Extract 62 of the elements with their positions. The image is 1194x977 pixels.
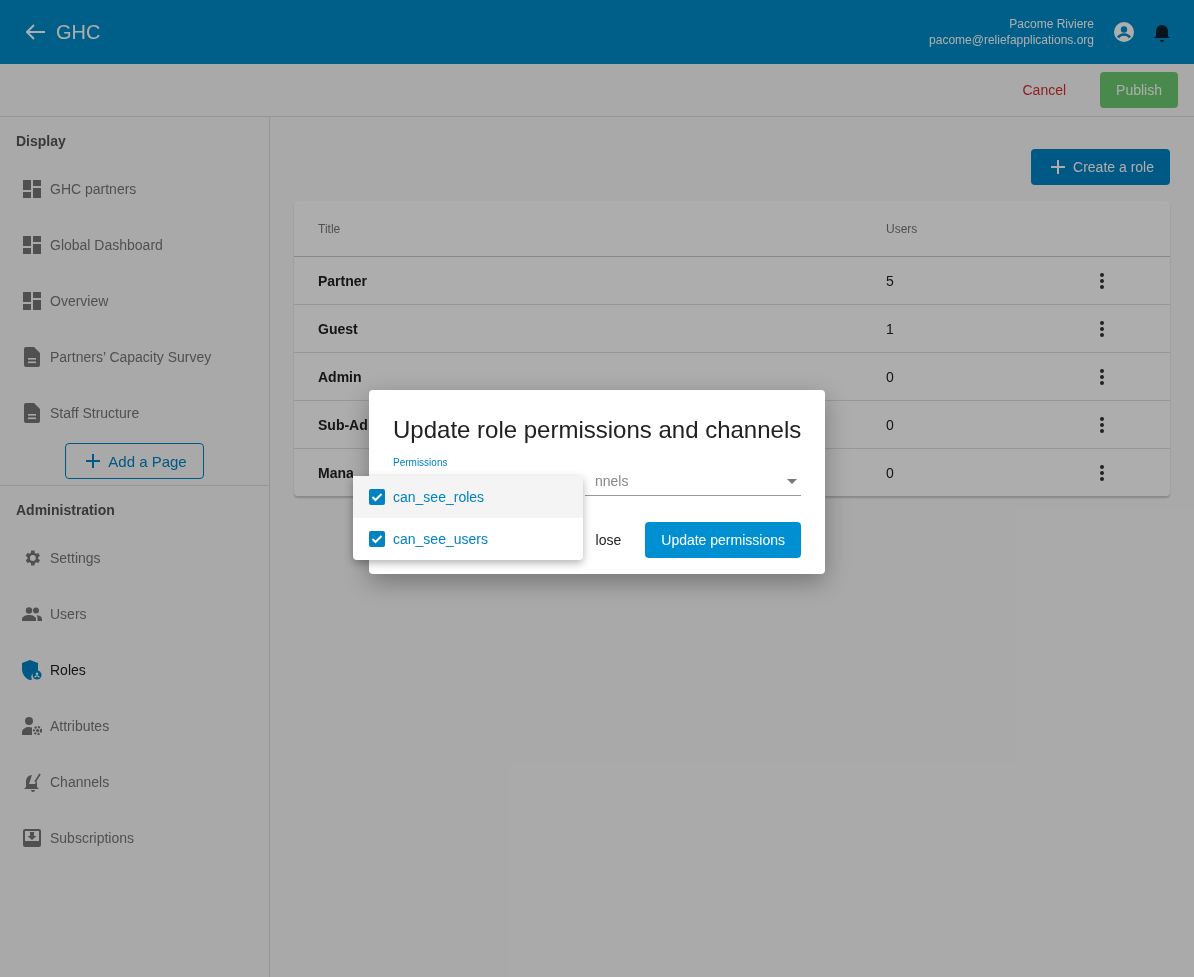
more-options-icon[interactable]: [1100, 272, 1104, 289]
add-page-button[interactable]: Add a Page: [65, 443, 204, 479]
nav-item[interactable]: Users: [0, 586, 269, 642]
nav-item[interactable]: Roles: [0, 642, 269, 698]
plus-icon: [1051, 160, 1066, 174]
nav-item[interactable]: Global Dashboard: [0, 217, 269, 273]
dashboard-icon: [22, 236, 42, 254]
people-icon: [22, 607, 42, 621]
app-title: GHC: [56, 20, 102, 44]
dropdown-caret-icon: [787, 478, 797, 484]
section-heading: Display: [15, 133, 67, 151]
section-heading: Administration: [15, 502, 116, 520]
back-arrow-icon[interactable]: [26, 24, 46, 40]
user-count: 0: [886, 464, 894, 481]
user-email: pacome@reliefapplications.org: [929, 32, 1094, 48]
role-title: Mana: [318, 464, 354, 481]
nav-item[interactable]: Channels: [0, 754, 269, 810]
role-title: Guest: [318, 320, 358, 337]
more-options-icon[interactable]: [1100, 368, 1104, 385]
nav-item[interactable]: Attributes: [0, 698, 269, 754]
permission-option[interactable]: can_see_roles: [353, 476, 583, 518]
user-count: 0: [886, 416, 894, 433]
field-label: Permissions: [393, 458, 448, 468]
document-icon: [22, 347, 42, 367]
plus-icon: [86, 454, 101, 468]
nav-item[interactable]: Partners’ Capacity Survey: [0, 329, 269, 385]
user-count: 5: [886, 272, 894, 289]
permission-option[interactable]: can_see_users: [353, 518, 583, 560]
checkbox[interactable]: [369, 489, 385, 505]
person-gear-icon: [22, 717, 42, 735]
nav-item[interactable]: Subscriptions: [0, 810, 269, 866]
user-count: 0: [886, 368, 894, 385]
account-icon[interactable]: [1114, 22, 1134, 42]
nav-item[interactable]: Settings: [0, 530, 269, 586]
role-title: Partner: [318, 272, 368, 289]
role-title: Sub-Ad: [318, 416, 368, 433]
channels-select[interactable]: nnels: [585, 467, 801, 496]
more-options-icon[interactable]: [1100, 464, 1104, 481]
cancel-button[interactable]: Cancel: [1006, 72, 1083, 108]
close-button[interactable]: lose: [589, 531, 628, 549]
column-header: Title: [318, 221, 342, 236]
nav-item[interactable]: GHC partners: [0, 161, 269, 217]
user-count: 1: [886, 320, 894, 337]
dialog-title: Update role permissions and channels: [393, 415, 801, 445]
shield-icon: [22, 660, 42, 680]
inbox-download-icon: [22, 829, 42, 847]
bell-pen-icon: [22, 771, 42, 793]
nav-item[interactable]: Staff Structure: [0, 385, 269, 441]
dashboard-icon: [22, 180, 42, 198]
nav-item[interactable]: Overview: [0, 273, 269, 329]
document-icon: [22, 403, 42, 423]
user-name: Pacome Riviere: [1008, 16, 1094, 32]
publish-button[interactable]: Publish: [1100, 72, 1178, 108]
more-options-icon[interactable]: [1100, 416, 1104, 433]
bell-icon[interactable]: [1154, 22, 1170, 42]
more-options-icon[interactable]: [1100, 320, 1104, 337]
dashboard-icon: [22, 292, 42, 310]
create-role-button[interactable]: Create a role: [1031, 149, 1170, 185]
update-permissions-button[interactable]: Update permissions: [645, 522, 801, 558]
column-header: Users: [886, 221, 919, 236]
role-title: Admin: [318, 368, 362, 385]
checkbox[interactable]: [369, 531, 385, 547]
